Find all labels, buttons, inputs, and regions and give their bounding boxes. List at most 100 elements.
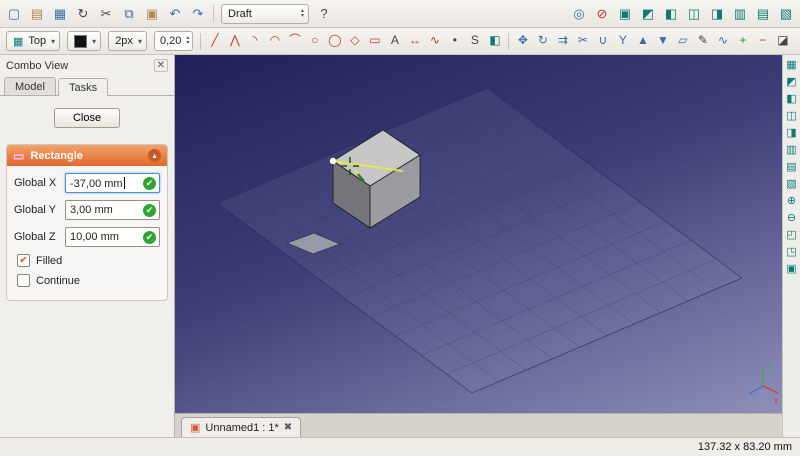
draft-arc-icon[interactable]: ◠ [265, 30, 284, 52]
status-bar: 137.32 x 83.20 mm [0, 437, 800, 456]
view-front-icon[interactable]: ◧ [660, 3, 682, 25]
draw-style-icon[interactable]: ⊘ [591, 3, 613, 25]
draft-dimension-icon[interactable]: ↔ [405, 30, 424, 52]
draft-polygon-icon[interactable]: ◇ [345, 30, 364, 52]
clip-plane-icon[interactable]: ◰ [784, 228, 799, 243]
copy-icon[interactable]: ⧉ [118, 3, 140, 25]
draft-arc-3points-icon[interactable]: ⌒ [285, 30, 304, 52]
view-top-icon[interactable]: ◫ [683, 3, 705, 25]
line-width-value: 2px [115, 35, 133, 47]
redo-icon[interactable]: ↷ [187, 3, 209, 25]
view-bottom-icon[interactable]: ▤ [752, 3, 774, 25]
draft-split-icon[interactable]: Y [613, 30, 632, 52]
draft-shapestring-icon[interactable]: S [465, 30, 484, 52]
undo-icon[interactable]: ↶ [164, 3, 186, 25]
draft-edit-icon[interactable]: ✎ [693, 30, 712, 52]
axis-cross-indicator: y x [748, 362, 779, 405]
draft-trimex-icon[interactable]: ✂ [573, 30, 592, 52]
draft-bspline-icon[interactable]: ∿ [425, 30, 444, 52]
view-left-icon[interactable]: ▧ [775, 3, 797, 25]
line-color-selector[interactable]: ▾ [67, 31, 102, 51]
field-value: 10,00 mm [70, 231, 119, 243]
workbench-selector[interactable]: Draft ▴ ▾ [221, 3, 309, 24]
open-file-icon[interactable]: ▤ [26, 3, 48, 25]
view-fit-all-icon[interactable]: ▦ [784, 58, 799, 73]
view-front-icon[interactable]: ◧ [784, 92, 799, 107]
draft-shape-2d-view-icon[interactable]: ◪ [773, 30, 792, 52]
draft-del-point-icon[interactable]: − [753, 30, 772, 52]
filled-checkbox[interactable]: Filled [17, 254, 157, 267]
draft-add-point-icon[interactable]: + [733, 30, 752, 52]
task-field-row: Global Z 10,00 mm ✔ [14, 227, 160, 247]
draft-offset-icon[interactable]: ⇉ [553, 30, 572, 52]
combo-stepper-icons[interactable]: ▴ ▾ [301, 8, 304, 19]
workbench-selector-value: Draft [228, 7, 252, 20]
continue-checkbox[interactable]: Continue [17, 274, 157, 287]
view-left-icon[interactable]: ▧ [784, 177, 799, 192]
combo-view-panel: Combo View ✕ Model Tasks Close ▭ Rectang… [0, 55, 175, 437]
field-value: 3,00 mm [70, 204, 113, 216]
checkbox-icon[interactable] [17, 254, 30, 267]
view-right-icon[interactable]: ◨ [706, 3, 728, 25]
task-field-row: Global X -37,00 mm ✔ [14, 173, 160, 193]
standard-toolbar: ▢ ▤ ▦ ↻ ✂ ⧉ ▣ ↶ ↷ Draft ▴ ▾ ? ◎ ⊘ ▣ ◩ ◧ ◫… [0, 0, 800, 28]
view-bottom-icon[interactable]: ▤ [784, 160, 799, 175]
panel-close-icon[interactable]: ✕ [153, 59, 168, 72]
paste-icon[interactable]: ▣ [141, 3, 163, 25]
draft-downgrade-icon[interactable]: ▼ [653, 30, 672, 52]
tab-model[interactable]: Model [4, 77, 56, 95]
view-axonometric-icon[interactable]: ◩ [784, 75, 799, 90]
checkbox-icon[interactable] [17, 274, 30, 287]
close-task-button[interactable]: Close [53, 108, 121, 128]
zoom-out-icon[interactable]: ⊖ [784, 211, 799, 226]
line-width-selector[interactable]: 2px ▾ [108, 31, 147, 51]
draft-upgrade-icon[interactable]: ▲ [633, 30, 652, 52]
document-tab[interactable]: ▣ Unnamed1 : 1* ✖ [181, 417, 302, 437]
view-fit-all-icon[interactable]: ▣ [614, 3, 636, 25]
draft-rotate-icon[interactable]: ↻ [533, 30, 552, 52]
zoom-in-icon[interactable]: ⊕ [784, 194, 799, 209]
spinbox-stepper-icons[interactable]: ▴ ▾ [186, 35, 189, 46]
view-right-icon[interactable]: ◨ [784, 126, 799, 141]
draft-polyline-icon[interactable]: ⋀ [225, 30, 244, 52]
draft-text-icon[interactable]: A [385, 30, 404, 52]
refresh-icon[interactable]: ↻ [72, 3, 94, 25]
draft-point-icon[interactable]: • [445, 30, 464, 52]
draft-line-icon[interactable]: ╱ [205, 30, 224, 52]
draft-circle-icon[interactable]: ○ [305, 30, 324, 52]
view-toolbar-right: ▦ ◩ ◧ ◫ ◨ ▥ ▤ ▧ ⊕ ⊖ ◰ ◳ ▣ [782, 55, 800, 437]
dock-overlay-icon[interactable]: ▣ [784, 262, 799, 277]
cut-icon[interactable]: ✂ [95, 3, 117, 25]
tab-close-icon[interactable]: ✖ [284, 422, 292, 433]
view-top-icon[interactable]: ◫ [784, 109, 799, 124]
draft-join-icon[interactable]: ∪ [593, 30, 612, 52]
valid-check-icon: ✔ [143, 231, 156, 244]
task-panel-header[interactable]: ▭ Rectangle ▴ [7, 145, 167, 166]
tab-tasks[interactable]: Tasks [57, 78, 109, 96]
draft-scale-icon[interactable]: ▱ [673, 30, 692, 52]
line-color-swatch [74, 34, 88, 48]
new-file-icon[interactable]: ▢ [3, 3, 25, 25]
draft-wire-to-bspline-icon[interactable]: ∿ [713, 30, 732, 52]
global-y-input[interactable]: 3,00 mm ✔ [65, 200, 160, 220]
scale-spinbox[interactable]: 0,20 ▴ ▾ [153, 31, 194, 51]
draft-ellipse-icon[interactable]: ◯ [325, 30, 344, 52]
zoom-fit-icon[interactable]: ◎ [568, 3, 590, 25]
draft-facebinder-icon[interactable]: ◧ [485, 30, 504, 52]
field-value: -37,00 mm [70, 177, 123, 190]
3d-viewport[interactable]: y x [175, 55, 782, 413]
save-file-icon[interactable]: ▦ [49, 3, 71, 25]
collapse-panel-icon[interactable]: ▴ [148, 149, 161, 162]
view-rear-icon[interactable]: ▥ [784, 143, 799, 158]
global-x-input[interactable]: -37,00 mm ✔ [65, 173, 160, 193]
view-rear-icon[interactable]: ▥ [729, 3, 751, 25]
whats-this-icon[interactable]: ? [313, 3, 335, 25]
working-plane-selector[interactable]: ▦ Top ▾ [6, 31, 61, 51]
measure-icon[interactable]: ◳ [784, 245, 799, 260]
draft-rectangle-icon[interactable]: ▭ [365, 30, 384, 52]
view-isometric-icon[interactable]: ◩ [637, 3, 659, 25]
global-z-input[interactable]: 10,00 mm ✔ [65, 227, 160, 247]
viewport-canvas[interactable]: y x [175, 55, 782, 413]
draft-move-icon[interactable]: ✥ [513, 30, 532, 52]
draft-fillet-icon[interactable]: ◝ [245, 30, 264, 52]
